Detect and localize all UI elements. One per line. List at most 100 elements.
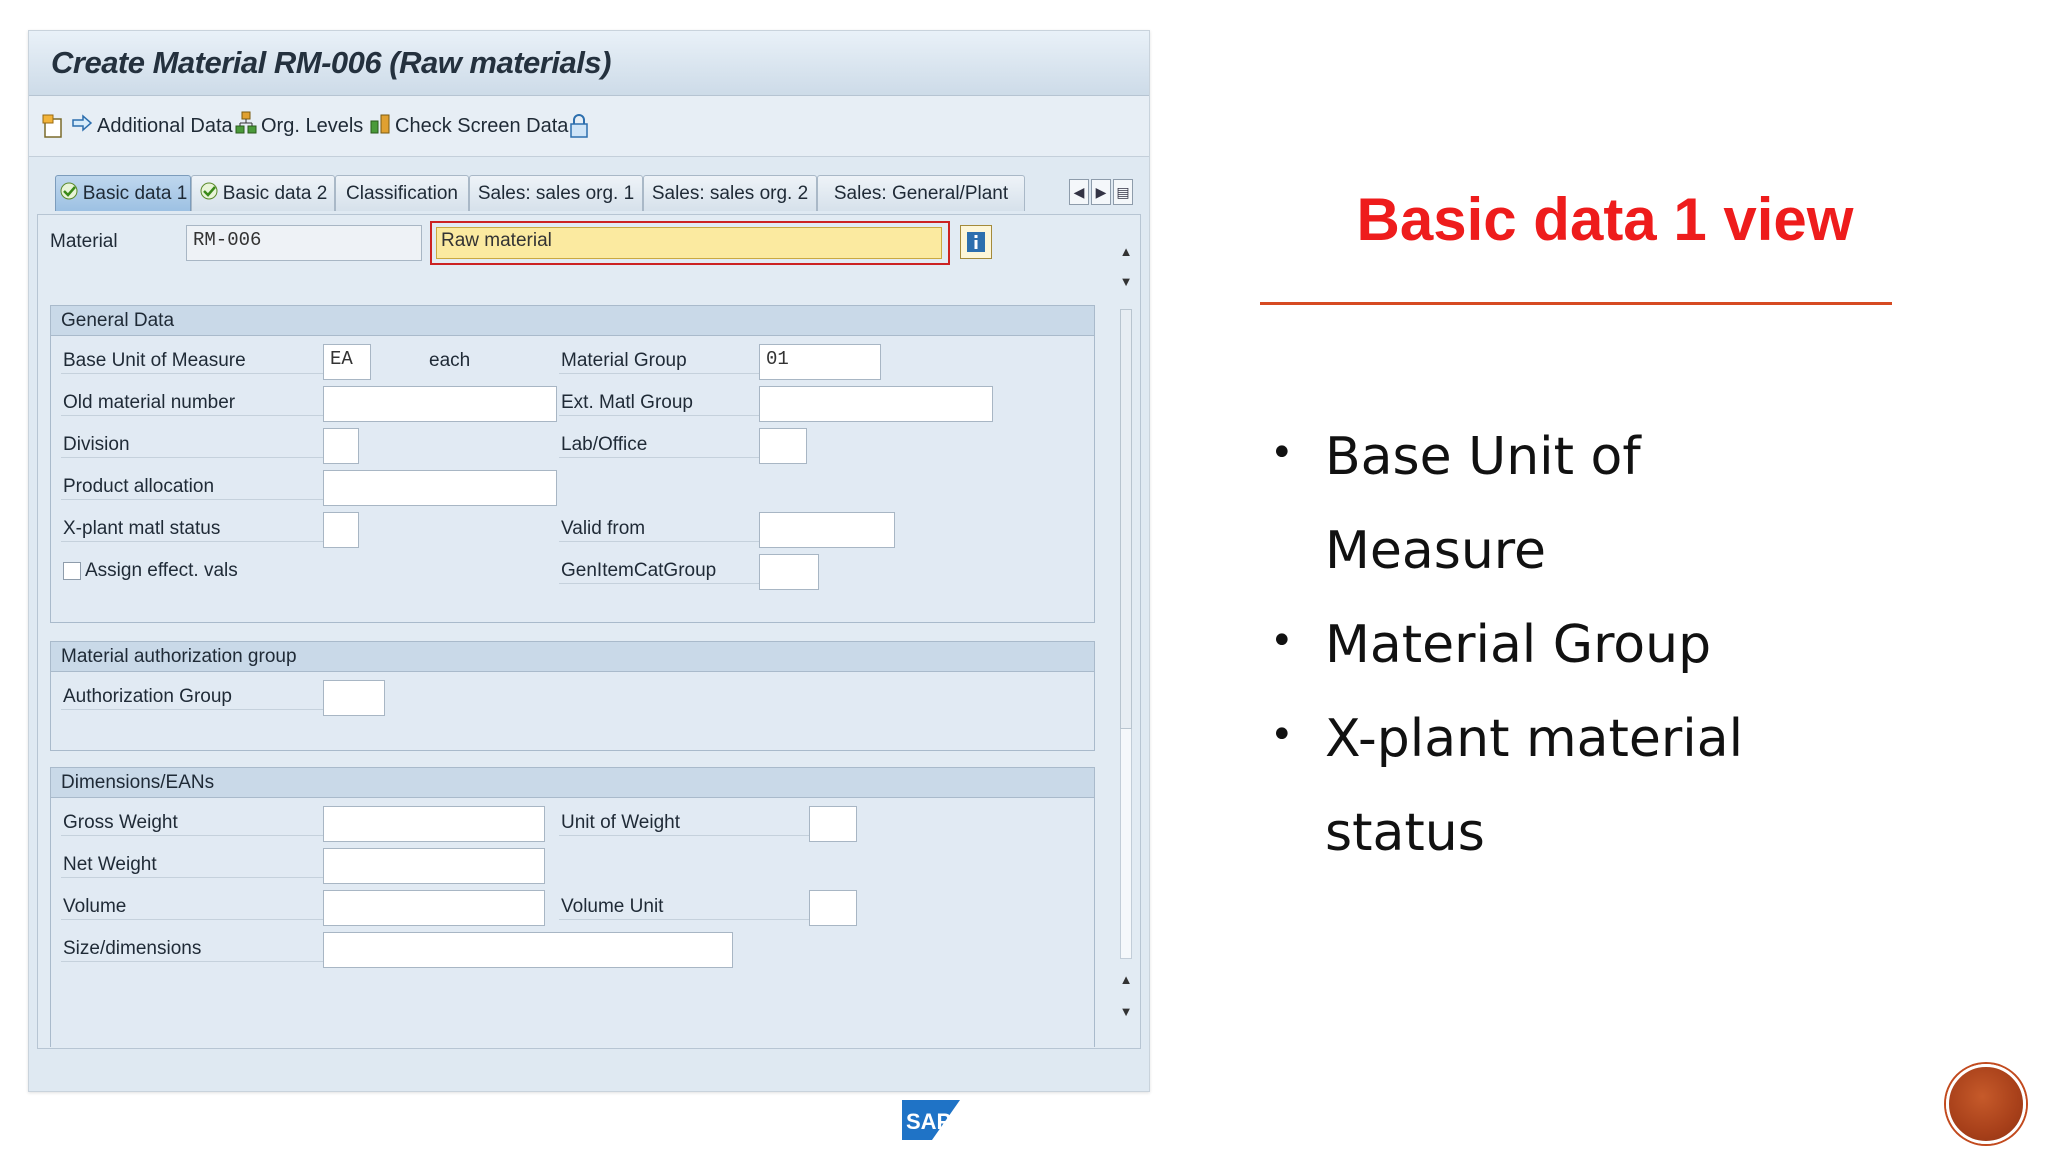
unit-of-weight-label: Unit of Weight xyxy=(561,812,680,833)
division-label: Division xyxy=(63,434,130,455)
tab-content-panel: Material RM-006 Raw material General Dat… xyxy=(37,214,1141,1049)
auth-group: Material authorization group Authorizati… xyxy=(50,641,1095,751)
product-allocation-input[interactable] xyxy=(323,470,557,506)
check-screen-data-button[interactable]: Check Screen Data xyxy=(369,112,568,140)
heading-divider xyxy=(1260,302,1892,305)
old-material-input[interactable] xyxy=(323,386,557,422)
dimensions-group: Dimensions/EANs Gross Weight Unit of Wei… xyxy=(50,767,1095,1047)
lock-icon[interactable] xyxy=(569,112,589,140)
tab-sales-org-1[interactable]: Sales: sales org. 1 xyxy=(469,175,643,211)
bullet-item: • Base Unit of Measure xyxy=(1270,410,1970,598)
size-dimensions-label: Size/dimensions xyxy=(63,938,202,959)
tab-label: Sales: General/Plant xyxy=(833,182,1009,204)
tab-strip: Basic data 1 Basic data 2 Classification… xyxy=(29,171,1149,213)
bullet-text: Material Group xyxy=(1325,615,1712,675)
material-number-field: RM-006 xyxy=(186,225,422,261)
sap-window: Create Material RM-006 (Raw materials) A… xyxy=(28,30,1150,1092)
valid-from-label: Valid from xyxy=(561,518,646,539)
check-screen-data-icon xyxy=(369,111,391,141)
volume-input[interactable] xyxy=(323,890,545,926)
tab-label: Sales: sales org. 2 xyxy=(651,182,809,204)
xplant-status-input[interactable] xyxy=(323,512,359,548)
division-input[interactable] xyxy=(323,428,359,464)
scroll-up-icon[interactable]: ▲ xyxy=(1116,241,1136,261)
general-data-group: General Data Base Unit of Measure EA eac… xyxy=(50,305,1095,623)
check-icon xyxy=(59,181,79,207)
assign-effect-checkbox[interactable] xyxy=(63,562,81,580)
xplant-status-label: X-plant matl status xyxy=(63,518,221,539)
info-icon[interactable] xyxy=(960,225,992,259)
slide-heading: Basic data 1 view xyxy=(1356,186,1854,253)
tab-scroll-right-icon[interactable]: ▶ xyxy=(1091,179,1111,205)
scroll-down-icon[interactable]: ▼ xyxy=(1116,1001,1136,1021)
unit-of-weight-input[interactable] xyxy=(809,806,857,842)
size-dimensions-input[interactable] xyxy=(323,932,733,968)
bullet-text: Base Unit of xyxy=(1325,427,1641,487)
gen-item-cat-input[interactable] xyxy=(759,554,819,590)
bullet-icon: • xyxy=(1270,712,1294,758)
scroll-up-icon[interactable]: ▲ xyxy=(1116,969,1136,989)
group-title: General Data xyxy=(51,306,1094,336)
sap-logo: SAP xyxy=(902,1100,960,1140)
additional-data-label: Additional Data xyxy=(97,114,233,137)
tab-basic-data-2[interactable]: Basic data 2 xyxy=(191,175,335,211)
application-toolbar: Additional Data Org. Levels Check Screen… xyxy=(29,96,1149,157)
volume-unit-input[interactable] xyxy=(809,890,857,926)
material-label: Material xyxy=(50,231,118,252)
valid-from-input[interactable] xyxy=(759,512,895,548)
material-description-input[interactable]: Raw material xyxy=(436,227,942,259)
tab-sales-general-plant[interactable]: Sales: General/Plant xyxy=(817,175,1025,211)
ext-matl-group-label: Ext. Matl Group xyxy=(561,392,693,413)
lab-office-input[interactable] xyxy=(759,428,807,464)
bullet-icon: • xyxy=(1270,430,1294,476)
base-uom-input[interactable]: EA xyxy=(323,344,371,380)
bullet-item: • X-plant material status xyxy=(1270,692,1970,880)
net-weight-input[interactable] xyxy=(323,848,545,884)
volume-unit-label: Volume Unit xyxy=(561,896,664,917)
scroll-down-icon[interactable]: ▼ xyxy=(1116,271,1136,291)
ext-matl-group-input[interactable] xyxy=(759,386,993,422)
tab-list-icon[interactable]: ▤ xyxy=(1113,179,1133,205)
bullet-icon: • xyxy=(1270,618,1294,664)
material-group-input[interactable]: 01 xyxy=(759,344,881,380)
material-group-label: Material Group xyxy=(561,350,687,371)
gross-weight-input[interactable] xyxy=(323,806,545,842)
authorization-group-input[interactable] xyxy=(323,680,385,716)
bullet-item: • Material Group xyxy=(1270,598,1970,692)
org-levels-icon xyxy=(235,111,257,141)
gen-item-cat-label: GenItemCatGroup xyxy=(561,560,717,581)
tab-scroll-left-icon[interactable]: ◀ xyxy=(1069,179,1089,205)
base-uom-label: Base Unit of Measure xyxy=(63,350,246,371)
product-allocation-label: Product allocation xyxy=(63,476,215,497)
additional-data-button[interactable]: Additional Data xyxy=(71,112,233,140)
group-title: Material authorization group xyxy=(51,642,1094,672)
tab-label: Basic data 1 xyxy=(82,182,188,204)
tab-label: Basic data 2 xyxy=(222,182,328,204)
tab-basic-data-1[interactable]: Basic data 1 xyxy=(55,175,191,211)
group-title: Dimensions/EANs xyxy=(51,768,1094,798)
tab-label: Classification xyxy=(346,182,458,204)
tab-sales-org-2[interactable]: Sales: sales org. 2 xyxy=(643,175,817,211)
bullet-text: X-plant material xyxy=(1325,709,1744,769)
check-icon xyxy=(199,181,219,207)
vertical-scrollbar[interactable]: ▲ ▼ ▲ ▼ xyxy=(1116,241,1136,1031)
volume-label: Volume xyxy=(63,896,127,917)
assign-effect-label: Assign effect. vals xyxy=(85,560,238,581)
authorization-group-label: Authorization Group xyxy=(63,686,232,707)
old-material-label: Old material number xyxy=(63,392,236,413)
org-levels-button[interactable]: Org. Levels xyxy=(235,111,364,141)
bullet-text: status xyxy=(1325,803,1485,863)
create-icon[interactable] xyxy=(41,112,65,140)
base-uom-text: each xyxy=(429,350,471,371)
tab-classification[interactable]: Classification xyxy=(335,175,469,211)
lab-office-label: Lab/Office xyxy=(561,434,648,455)
check-screen-data-label: Check Screen Data xyxy=(395,114,569,137)
scroll-thumb[interactable] xyxy=(1120,309,1132,729)
bullet-text: Measure xyxy=(1325,521,1546,581)
window-title: Create Material RM-006 (Raw materials) xyxy=(51,45,611,80)
arrow-right-icon xyxy=(71,113,93,139)
org-levels-label: Org. Levels xyxy=(261,114,364,137)
status-bar xyxy=(29,1054,1149,1090)
net-weight-label: Net Weight xyxy=(63,854,157,875)
gross-weight-label: Gross Weight xyxy=(63,812,178,833)
